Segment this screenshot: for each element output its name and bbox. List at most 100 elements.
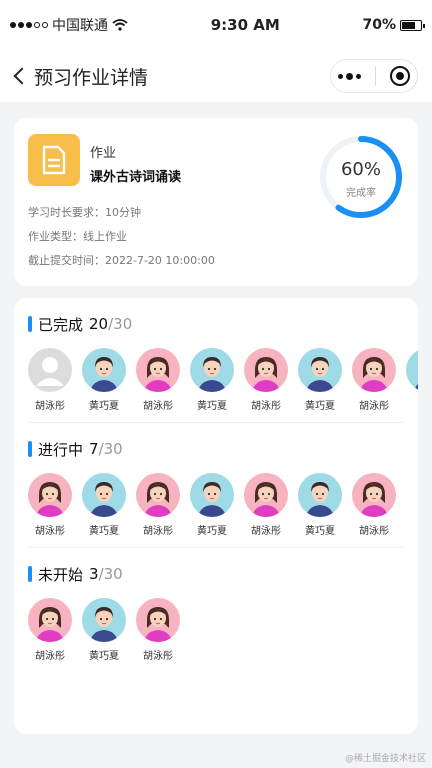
avatar bbox=[136, 598, 180, 642]
student-avatar-row: 胡泳彤 黄巧夏 胡泳彤 黄巧夏 胡泳彤 黄巧夏 胡泳彤 bbox=[28, 473, 418, 537]
battery-icon bbox=[400, 19, 425, 31]
student-item[interactable]: 胡泳彤 bbox=[136, 348, 180, 412]
section-label: 进行中 bbox=[38, 440, 84, 459]
student-name: 黄巧夏 bbox=[197, 401, 227, 412]
student-item[interactable]: 黄巧夏 bbox=[190, 348, 234, 412]
battery-percent: 70% bbox=[362, 17, 396, 33]
section-total-count: /30 bbox=[98, 440, 123, 458]
student-name: 黄巧夏 bbox=[305, 401, 335, 412]
assignment-card: 作业 课外古诗词诵读 学习时长要求：10分钟 作业类型：线上作业 截止提交时间：… bbox=[14, 118, 418, 286]
section-title: 进行中 7/30 bbox=[28, 437, 418, 461]
avatar bbox=[82, 598, 126, 642]
avatar bbox=[82, 473, 126, 517]
student-name: 胡泳彤 bbox=[143, 651, 173, 662]
student-item[interactable]: 胡泳彤 bbox=[28, 473, 72, 537]
student-item[interactable]: 胡泳彤 bbox=[244, 473, 288, 537]
back-area[interactable]: 预习作业详情 bbox=[10, 63, 148, 90]
student-status-card: 已完成20/30胡泳彤黄巧夏胡泳彤黄巧夏胡泳彤黄巧夏胡泳彤黄进行中7/30胡泳彤… bbox=[14, 298, 418, 734]
section-done-count: 20 bbox=[89, 315, 109, 333]
avatar bbox=[244, 473, 288, 517]
page-title: 预习作业详情 bbox=[34, 66, 149, 89]
chevron-left-icon[interactable] bbox=[13, 67, 31, 85]
section-accent-bar bbox=[28, 316, 32, 332]
student-name: 胡泳彤 bbox=[35, 526, 65, 537]
avatar bbox=[82, 348, 126, 392]
signal-icon bbox=[10, 22, 48, 28]
student-name: 胡泳彤 bbox=[359, 526, 389, 537]
student-item[interactable]: 胡泳彤 bbox=[136, 598, 180, 662]
student-name: 胡泳彤 bbox=[251, 526, 281, 537]
assignment-name: 课外古诗词诵读 bbox=[90, 170, 182, 185]
status-bar: 中国联通 9:30 AM 70% bbox=[0, 0, 432, 50]
capsule-divider bbox=[375, 66, 376, 86]
section-total-count: /30 bbox=[108, 315, 133, 333]
completion-ring: 60% 完成率 bbox=[318, 134, 404, 220]
student-item[interactable]: 黄巧夏 bbox=[298, 473, 342, 537]
target-circle-icon[interactable] bbox=[390, 66, 410, 86]
student-avatar-row: 胡泳彤 黄巧夏 胡泳彤 黄巧夏 胡泳彤 黄巧夏 胡泳彤 黄 bbox=[28, 348, 418, 412]
status-right: 70% bbox=[362, 17, 425, 33]
student-name: 胡泳彤 bbox=[143, 401, 173, 412]
section-accent-bar bbox=[28, 441, 32, 457]
deadline-text: 截止提交时间：2022-7-20 10:00:00 bbox=[28, 254, 215, 267]
section-done-count: 3 bbox=[89, 565, 99, 583]
document-icon bbox=[28, 134, 80, 186]
nav-bar: 预习作业详情 bbox=[0, 50, 432, 102]
section-title: 已完成 20/30 bbox=[28, 312, 418, 336]
student-item[interactable]: 胡泳彤 bbox=[136, 473, 180, 537]
avatar bbox=[28, 473, 72, 517]
section-divider bbox=[28, 547, 404, 548]
mini-program-capsule bbox=[330, 59, 418, 93]
type-text: 作业类型：线上作业 bbox=[28, 230, 127, 243]
student-item[interactable]: 黄巧夏 bbox=[82, 473, 126, 537]
status-section: 未开始 3/30 胡泳彤 黄巧夏 胡泳彤 bbox=[28, 562, 418, 662]
completion-label: 完成率 bbox=[346, 188, 376, 199]
avatar bbox=[352, 473, 396, 517]
status-section: 进行中 7/30 胡泳彤 黄巧夏 胡泳彤 黄巧夏 胡泳彤 黄巧夏 胡泳彤 bbox=[28, 437, 418, 548]
section-count: 3/30 bbox=[89, 565, 123, 583]
wifi-icon bbox=[112, 19, 128, 31]
section-label: 未开始 bbox=[38, 565, 84, 584]
student-name: 黄巧夏 bbox=[89, 651, 119, 662]
student-item[interactable]: 胡泳彤 bbox=[244, 348, 288, 412]
avatar bbox=[406, 348, 418, 392]
avatar bbox=[28, 598, 72, 642]
avatar bbox=[190, 473, 234, 517]
section-total-count: /30 bbox=[98, 565, 123, 583]
student-name: 胡泳彤 bbox=[359, 401, 389, 412]
student-item[interactable]: 胡泳彤 bbox=[28, 598, 72, 662]
status-time: 9:30 AM bbox=[210, 16, 280, 34]
student-item[interactable]: 黄巧夏 bbox=[82, 598, 126, 662]
avatar bbox=[298, 473, 342, 517]
assignment-label: 作业 bbox=[90, 146, 117, 161]
section-done-count: 7 bbox=[89, 440, 99, 458]
student-avatar-row: 胡泳彤 黄巧夏 胡泳彤 bbox=[28, 598, 418, 662]
student-name: 黄巧夏 bbox=[197, 526, 227, 537]
avatar bbox=[244, 348, 288, 392]
student-name: 胡泳彤 bbox=[35, 401, 65, 412]
completion-percent: 60% bbox=[340, 159, 381, 180]
student-item[interactable]: 黄巧夏 bbox=[190, 473, 234, 537]
section-count: 20/30 bbox=[89, 315, 132, 333]
student-name: 胡泳彤 bbox=[35, 651, 65, 662]
student-name: 黄 bbox=[406, 397, 418, 412]
avatar bbox=[298, 348, 342, 392]
student-item[interactable]: 黄巧夏 bbox=[298, 348, 342, 412]
section-divider bbox=[28, 422, 404, 423]
carrier-name: 中国联通 bbox=[52, 18, 108, 34]
student-item[interactable]: 黄 bbox=[406, 348, 418, 412]
section-accent-bar bbox=[28, 566, 32, 582]
avatar bbox=[136, 473, 180, 517]
section-count: 7/30 bbox=[89, 440, 123, 458]
status-section: 已完成 20/30 胡泳彤 黄巧夏 胡泳彤 黄巧夏 胡泳彤 黄巧夏 胡泳彤 黄 bbox=[28, 312, 418, 423]
avatar bbox=[352, 348, 396, 392]
student-item[interactable]: 胡泳彤 bbox=[352, 348, 396, 412]
more-dots-icon[interactable] bbox=[338, 72, 361, 80]
student-item[interactable]: 黄巧夏 bbox=[82, 348, 126, 412]
student-name: 胡泳彤 bbox=[143, 526, 173, 537]
student-item[interactable]: 胡泳彤 bbox=[28, 348, 72, 412]
section-title: 未开始 3/30 bbox=[28, 562, 418, 586]
student-name: 黄巧夏 bbox=[89, 526, 119, 537]
watermark: @稀土掘金技术社区 bbox=[344, 754, 426, 764]
student-item[interactable]: 胡泳彤 bbox=[352, 473, 396, 537]
